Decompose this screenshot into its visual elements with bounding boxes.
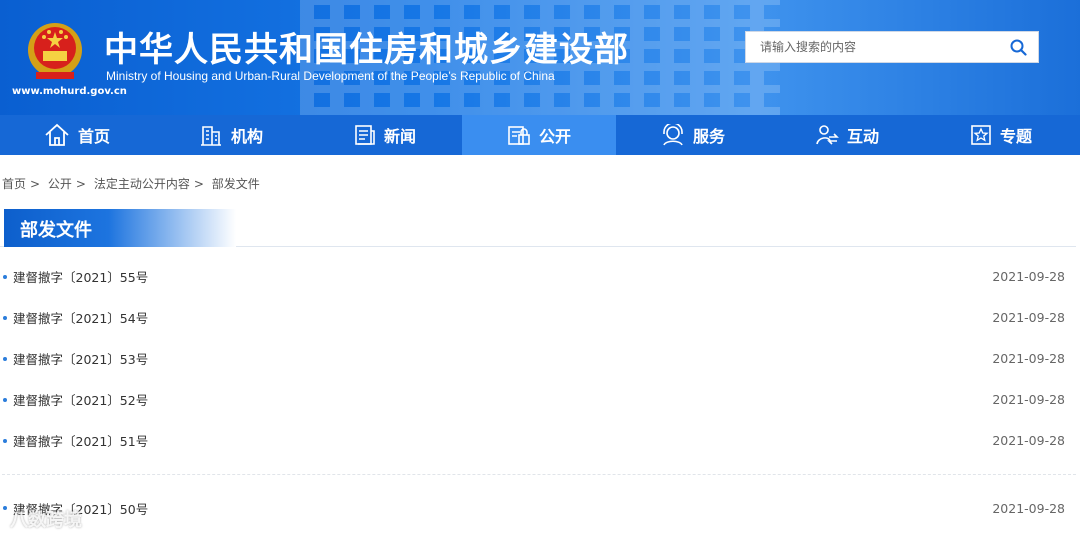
list-item: 建督撤字〔2021〕54号 2021-09-28 (0, 297, 1080, 338)
nav-item-news[interactable]: 新闻 (308, 115, 462, 155)
national-emblem-icon (28, 23, 82, 79)
site-url: www.mohurd.gov.cn (12, 86, 127, 97)
breadcrumb-separator: > (75, 177, 86, 191)
breadcrumb-home[interactable]: 首页 (2, 177, 26, 191)
nav-item-disclosure[interactable]: 公开 (462, 115, 616, 155)
nav-item-label: 服务 (692, 127, 725, 146)
bullet-icon (3, 315, 7, 320)
nav-item-label: 公开 (538, 127, 571, 146)
list-item-date: 2021-09-28 (992, 351, 1065, 366)
nav-item-org[interactable]: 机构 (154, 115, 308, 155)
list-item-title[interactable]: 建督撤字〔2021〕52号 (13, 390, 148, 409)
list-divider (2, 474, 1076, 475)
list-item-date: 2021-09-28 (992, 433, 1065, 448)
nav-item-topics[interactable]: 专题 (924, 115, 1078, 155)
section-title: 部发文件 (20, 220, 92, 241)
nav-item-label: 互动 (846, 127, 879, 146)
bullet-icon (3, 356, 7, 361)
watermark: 八数跨境 (10, 510, 82, 531)
list-item-date: 2021-09-28 (992, 310, 1065, 325)
breadcrumb-separator: > (30, 177, 41, 191)
list-item: 建督撤字〔2021〕52号 2021-09-28 (0, 379, 1080, 420)
nav-item-label: 专题 (999, 127, 1032, 146)
list-item-title[interactable]: 建督撤字〔2021〕53号 (13, 349, 148, 368)
list-item-date: 2021-09-28 (992, 269, 1065, 284)
nav-item-interaction[interactable]: 互动 (770, 115, 924, 155)
breadcrumb-separator: > (193, 177, 204, 191)
bullet-icon (3, 397, 7, 402)
list-item: 建督撤字〔2021〕51号 2021-09-28 (0, 420, 1080, 461)
list-item-title[interactable]: 建督撤字〔2021〕54号 (13, 308, 148, 327)
search-input[interactable] (746, 32, 998, 62)
search-icon[interactable] (998, 32, 1038, 62)
search-box (745, 31, 1039, 63)
disclosure-icon (508, 126, 530, 145)
main-nav: 首页 机构 新闻 公开 服务 互动 专题 (0, 115, 1080, 155)
nav-item-label: 首页 (77, 127, 110, 146)
document-list: 建督撤字〔2021〕55号 2021-09-28 建督撤字〔2021〕54号 2… (0, 256, 1080, 461)
breadcrumb-statutory[interactable]: 法定主动公开内容 (94, 177, 190, 191)
list-item-title[interactable]: 建督撤字〔2021〕51号 (13, 431, 148, 450)
breadcrumb-disclosure[interactable]: 公开 (48, 177, 72, 191)
breadcrumb-current: 部发文件 (211, 177, 260, 191)
list-item-date: 2021-09-28 (992, 500, 1065, 516)
site-title-english: Ministry of Housing and Urban-Rural Deve… (106, 69, 555, 83)
nav-item-home[interactable]: 首页 (0, 115, 154, 155)
bullet-icon (3, 506, 7, 510)
home-icon (45, 123, 69, 146)
nav-item-label: 机构 (230, 127, 263, 146)
bullet-icon (3, 274, 7, 279)
section-title-tab: 部发文件 (4, 209, 236, 247)
list-item-title[interactable]: 建督撤字〔2021〕55号 (13, 267, 148, 286)
list-item: 建督撤字〔2021〕53号 2021-09-28 (0, 338, 1080, 379)
list-item: 建督撤字〔2021〕55号 2021-09-28 (0, 256, 1080, 297)
nav-item-service[interactable]: 服务 (616, 115, 770, 155)
interaction-icon (816, 125, 839, 145)
news-icon (355, 125, 375, 145)
bullet-icon (3, 438, 7, 443)
breadcrumb: 首页 > 公开 > 法定主动公开内容 > 部发文件 (2, 175, 264, 192)
nav-item-label: 新闻 (383, 127, 416, 146)
site-title-chinese: 中华人民共和国住房和城乡建设部 (104, 30, 629, 70)
service-icon (663, 124, 683, 146)
star-icon (971, 125, 991, 145)
section-header: 部发文件 (0, 209, 1076, 247)
site-header: www.mohurd.gov.cn 中华人民共和国住房和城乡建设部 Minist… (0, 0, 1080, 115)
list-item: 建督撤字〔2021〕50号 2021-09-28 (0, 488, 1080, 528)
building-icon (200, 126, 221, 146)
list-item-date: 2021-09-28 (992, 392, 1065, 407)
